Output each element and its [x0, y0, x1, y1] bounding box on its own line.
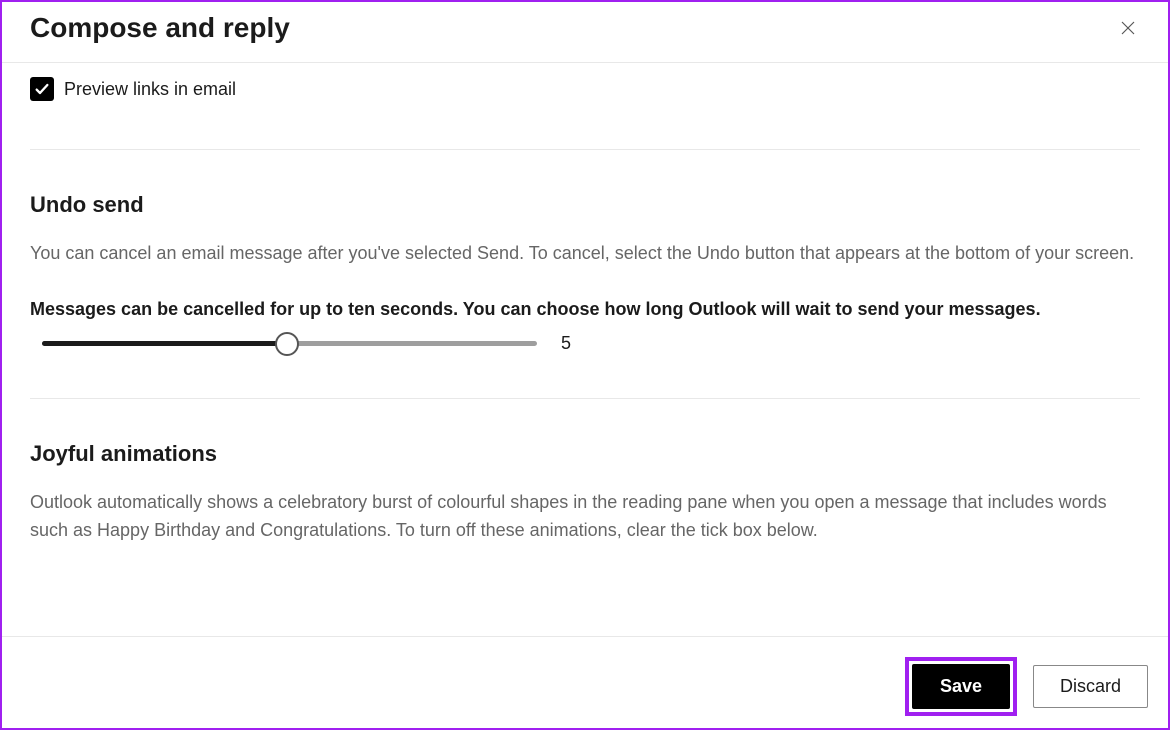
- undo-send-section: Undo send You can cancel an email messag…: [30, 150, 1140, 399]
- joyful-animations-section: Joyful animations Outlook automatically …: [30, 399, 1140, 615]
- panel-title: Compose and reply: [30, 12, 290, 44]
- slider-fill: [42, 341, 287, 346]
- settings-panel: Compose and reply Preview links in email…: [2, 2, 1168, 728]
- undo-send-title: Undo send: [30, 192, 1140, 218]
- link-preview-checkbox[interactable]: [30, 77, 54, 101]
- discard-button[interactable]: Discard: [1033, 665, 1148, 708]
- panel-footer: Save Discard: [2, 636, 1168, 728]
- undo-send-slider[interactable]: [42, 332, 537, 356]
- link-preview-label: Preview links in email: [64, 79, 236, 100]
- save-button[interactable]: Save: [912, 664, 1010, 709]
- checkmark-icon: [34, 81, 50, 97]
- slider-thumb[interactable]: [275, 332, 299, 356]
- panel-header: Compose and reply: [2, 2, 1168, 63]
- undo-send-slider-row: 5: [30, 332, 1140, 356]
- save-button-highlight: Save: [905, 657, 1017, 716]
- close-button[interactable]: [1116, 16, 1140, 40]
- joyful-title: Joyful animations: [30, 441, 1140, 467]
- undo-send-value: 5: [561, 333, 571, 354]
- joyful-description: Outlook automatically shows a celebrator…: [30, 489, 1140, 545]
- undo-send-instruction: Messages can be cancelled for up to ten …: [30, 296, 1140, 324]
- close-icon: [1119, 19, 1137, 37]
- link-preview-option: Preview links in email: [30, 77, 1140, 150]
- undo-send-description: You can cancel an email message after yo…: [30, 240, 1140, 268]
- panel-content[interactable]: Preview links in email Undo send You can…: [2, 63, 1168, 636]
